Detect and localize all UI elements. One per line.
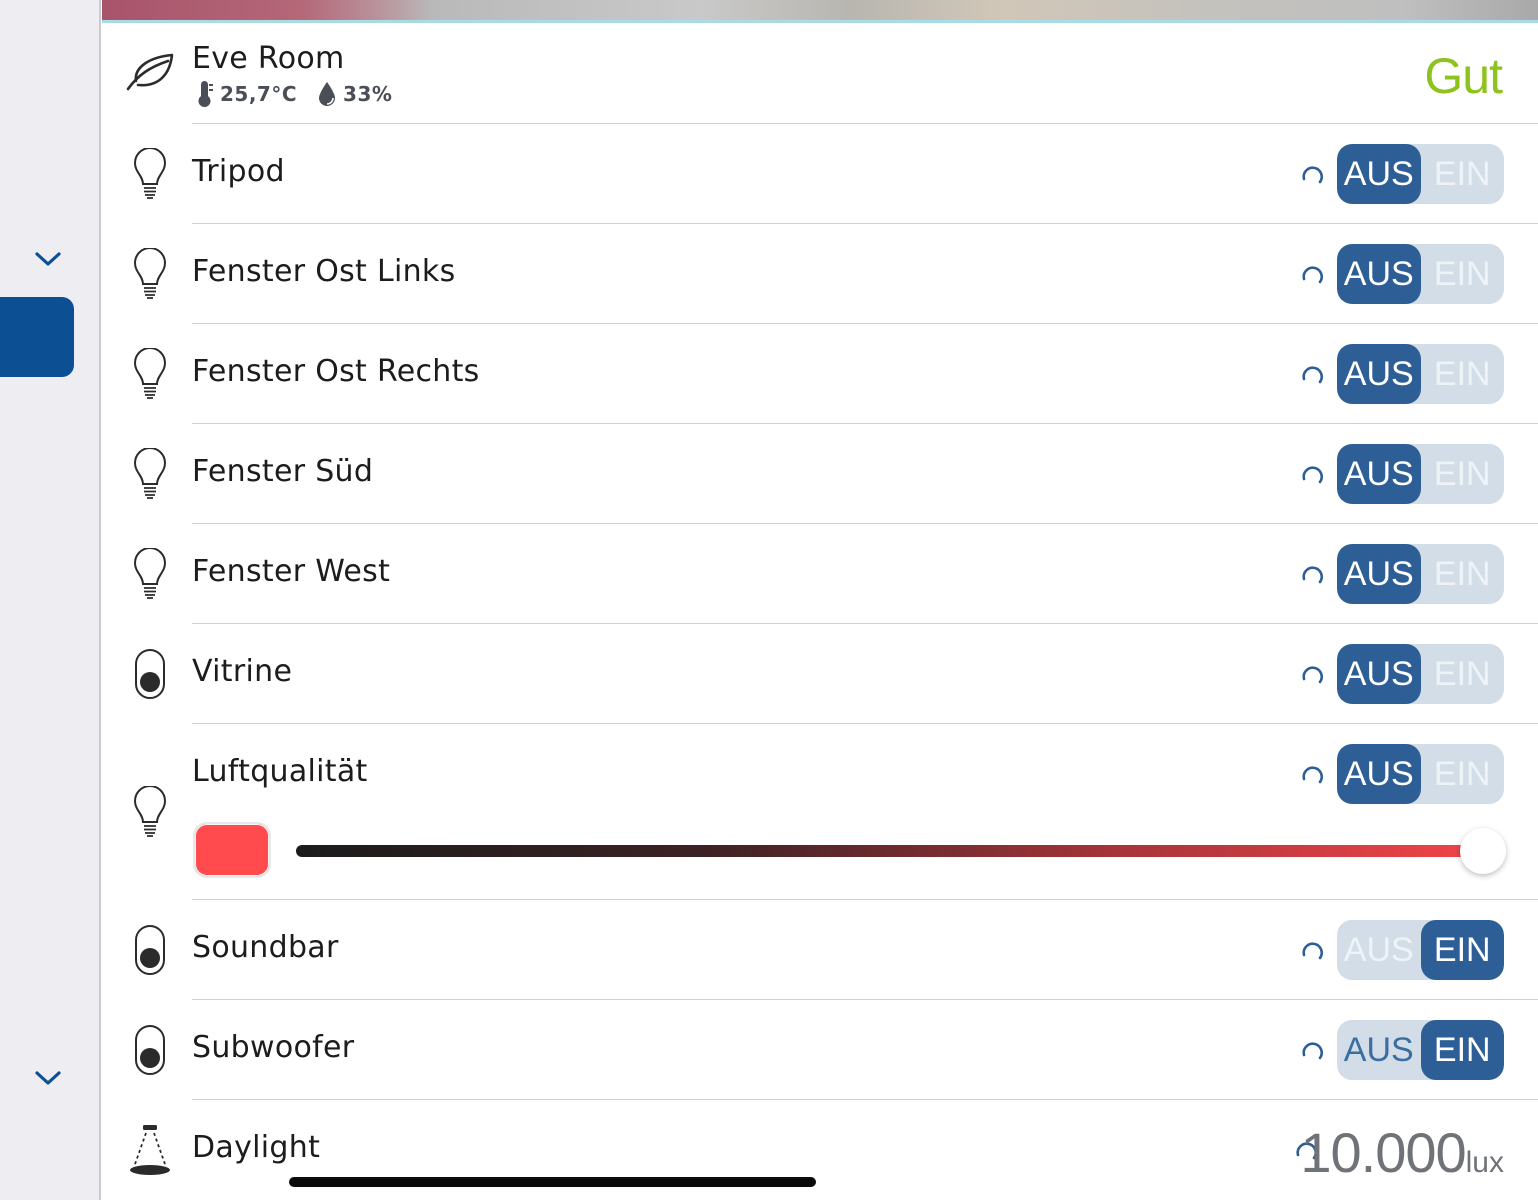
on-option[interactable]: EIN	[1420, 920, 1504, 980]
device-row-fenster-ost-rechts[interactable]: Fenster Ost Rechts AUS EIN	[102, 324, 1538, 424]
off-option[interactable]: AUS	[1337, 544, 1421, 604]
power-toggle[interactable]: AUS EIN	[1337, 920, 1504, 980]
off-option[interactable]: AUS	[1337, 144, 1421, 204]
off-option[interactable]: AUS	[1337, 1020, 1421, 1080]
leaf-icon	[124, 43, 176, 103]
off-option[interactable]: AUS	[1337, 344, 1421, 404]
power-toggle[interactable]: AUS EIN	[1337, 244, 1504, 304]
device-row-subwoofer[interactable]: Subwoofer AUS EIN	[102, 1000, 1538, 1100]
sidebar	[0, 0, 101, 1200]
light-sensor-icon	[124, 1120, 176, 1180]
off-option[interactable]: AUS	[1337, 920, 1421, 980]
power-toggle[interactable]: AUS EIN	[1337, 344, 1504, 404]
off-option[interactable]: AUS	[1337, 244, 1421, 304]
on-option[interactable]: EIN	[1421, 144, 1505, 204]
loading-spinner-icon	[1302, 566, 1323, 584]
power-toggle[interactable]: AUS EIN	[1337, 644, 1504, 704]
loading-spinner-icon	[1302, 1042, 1323, 1060]
device-row-fenster-ost-links[interactable]: Fenster Ost Links AUS EIN	[102, 224, 1538, 324]
on-option[interactable]: EIN	[1421, 244, 1505, 304]
loading-spinner-icon	[1302, 942, 1323, 960]
device-name: Fenster Ost Links	[192, 254, 456, 289]
humidity-drop-icon	[319, 82, 336, 106]
device-name: Daylight	[192, 1130, 321, 1165]
power-toggle[interactable]: AUS EIN	[1337, 1020, 1504, 1080]
home-indicator[interactable]	[289, 1177, 816, 1187]
device-name: Fenster Süd	[192, 454, 374, 489]
chevron-down-icon[interactable]	[34, 1067, 62, 1089]
lightbulb-icon	[124, 344, 176, 404]
brightness-slider[interactable]	[296, 845, 1476, 857]
lightbulb-icon	[124, 144, 176, 204]
on-option[interactable]: EIN	[1421, 444, 1505, 504]
off-option[interactable]: AUS	[1337, 744, 1421, 804]
loading-spinner-icon	[1302, 466, 1323, 484]
device-row-fenster-west[interactable]: Fenster West AUS EIN	[102, 524, 1538, 624]
room-summary-row[interactable]: Eve Room 25,7°C 33% Gut	[102, 23, 1538, 124]
device-name: Vitrine	[192, 654, 293, 689]
device-row-vitrine[interactable]: Vitrine AUS EIN	[102, 624, 1538, 724]
off-option[interactable]: AUS	[1337, 444, 1421, 504]
device-name: Luftqualität	[192, 754, 368, 789]
air-quality-status: Gut	[1424, 48, 1503, 104]
device-row-tripod[interactable]: Tripod AUS EIN	[102, 124, 1538, 224]
device-name: Fenster Ost Rechts	[192, 354, 480, 389]
loading-spinner-icon	[1302, 366, 1323, 384]
loading-spinner-icon	[1302, 266, 1323, 284]
room-photo	[102, 0, 1538, 21]
room-sensor-values: 25,7°C 33%	[196, 80, 406, 108]
loading-spinner-icon	[1302, 666, 1323, 684]
device-name: Subwoofer	[192, 1030, 355, 1065]
power-toggle[interactable]: AUS EIN	[1337, 444, 1504, 504]
power-toggle[interactable]: AUS EIN	[1337, 744, 1504, 804]
lightbulb-icon	[124, 782, 176, 842]
lightbulb-icon	[124, 544, 176, 604]
toggle-switch-icon	[124, 644, 176, 704]
lightbulb-icon	[124, 444, 176, 504]
lightbulb-icon	[124, 244, 176, 304]
device-name: Soundbar	[192, 930, 339, 965]
humidity-value: 33%	[343, 82, 393, 106]
sidebar-selected-item[interactable]	[0, 297, 74, 377]
device-name: Tripod	[192, 154, 285, 189]
power-toggle[interactable]: AUS EIN	[1337, 544, 1504, 604]
device-row-soundbar[interactable]: Soundbar AUS EIN	[102, 900, 1538, 1000]
device-row-luftqualitaet[interactable]: Luftqualität AUS EIN	[102, 724, 1538, 900]
loading-spinner-icon	[1302, 766, 1323, 784]
chevron-down-icon[interactable]	[34, 248, 62, 270]
loading-spinner-icon	[1302, 166, 1323, 184]
power-toggle[interactable]: AUS EIN	[1337, 144, 1504, 204]
on-option[interactable]: EIN	[1421, 644, 1505, 704]
device-row-fenster-sued[interactable]: Fenster Süd AUS EIN	[102, 424, 1538, 524]
brightness-slider-thumb[interactable]	[1460, 828, 1506, 874]
accessory-list: Eve Room 25,7°C 33% Gut Tripod AUS EIN F…	[102, 23, 1538, 1200]
on-option[interactable]: EIN	[1421, 744, 1505, 804]
on-option[interactable]: EIN	[1421, 344, 1505, 404]
off-option[interactable]: AUS	[1337, 644, 1421, 704]
room-name: Eve Room	[192, 41, 345, 76]
on-option[interactable]: EIN	[1421, 544, 1505, 604]
light-level-unit: lux	[1465, 1146, 1504, 1179]
thermometer-icon	[198, 81, 213, 107]
light-level-reading: 10.000lux	[1300, 1120, 1504, 1185]
toggle-switch-icon	[124, 920, 176, 980]
toggle-switch-icon	[124, 1020, 176, 1080]
color-picker-swatch[interactable]	[193, 822, 271, 878]
on-option[interactable]: EIN	[1420, 1020, 1504, 1080]
light-level-value: 10.000	[1300, 1121, 1466, 1184]
device-name: Fenster West	[192, 554, 391, 589]
temperature-value: 25,7°C	[220, 82, 298, 106]
